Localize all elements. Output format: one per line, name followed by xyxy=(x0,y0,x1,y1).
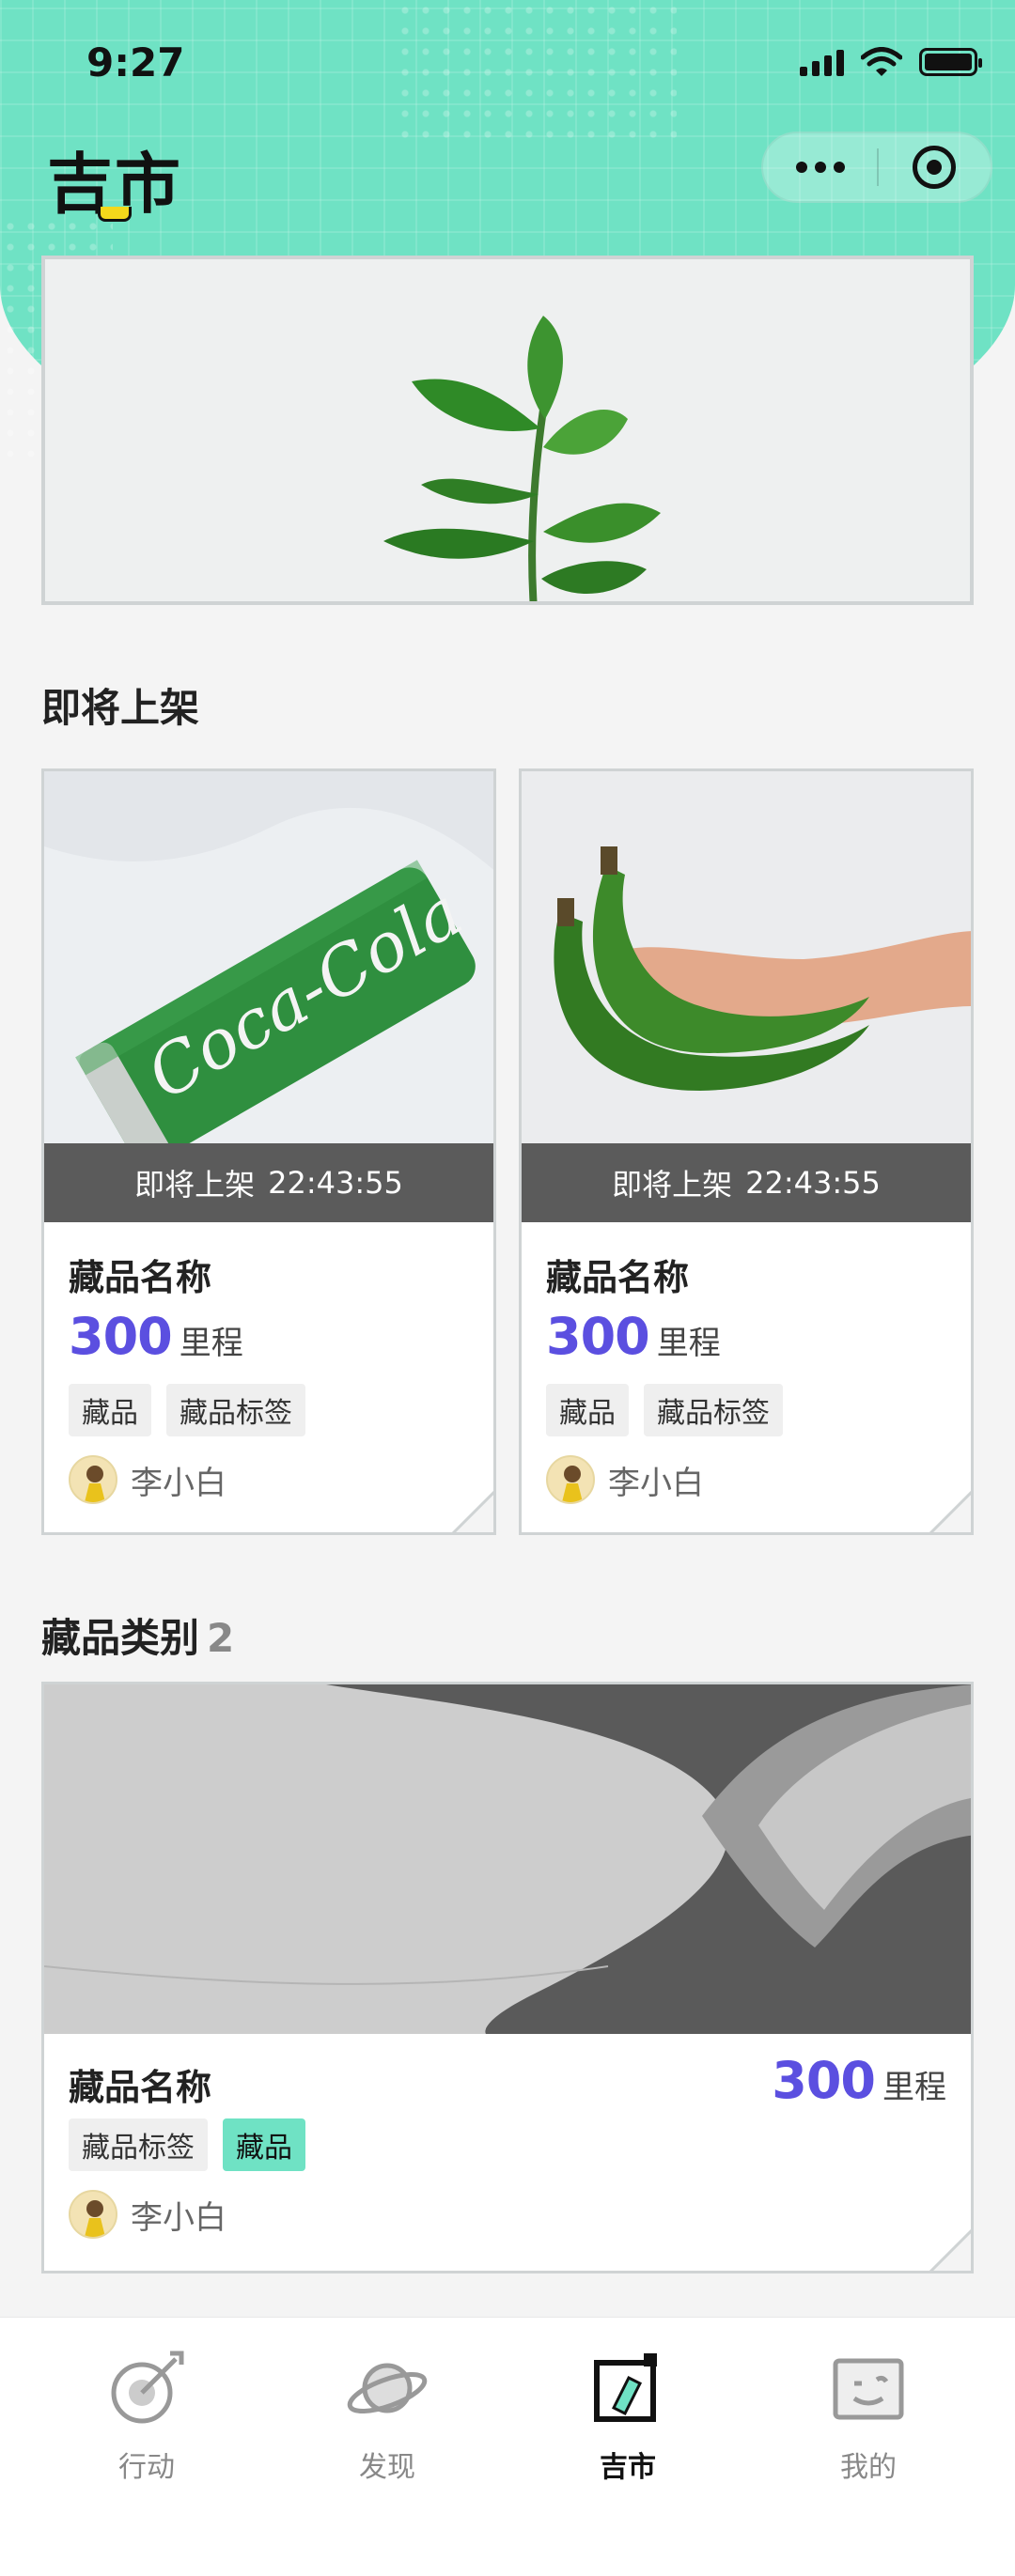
countdown-timer: 22:43:55 xyxy=(745,1165,881,1201)
status-time: 9:27 xyxy=(86,39,185,85)
category-card[interactable]: 藏品名称 300 里程 藏品标签 藏品 李小白 xyxy=(41,1682,974,2273)
item-tags: 藏品标签 藏品 xyxy=(69,2118,305,2171)
price-value: 300 xyxy=(69,1307,173,1366)
price-value: 300 xyxy=(772,2051,876,2110)
countdown-timer: 22:43:55 xyxy=(268,1165,403,1201)
category-section-title: 藏品类别 2 xyxy=(41,1606,234,1664)
price-unit: 里程 xyxy=(882,2069,946,2106)
item-price: 300 里程 xyxy=(69,1307,243,1366)
upcoming-card-1[interactable]: Coca-Cola 即将上架 22:43:55 藏品名称 300 里程 藏品 藏… xyxy=(41,768,496,1535)
banner-image[interactable] xyxy=(41,256,974,605)
page-fold-corner xyxy=(929,2228,971,2271)
price-unit: 里程 xyxy=(179,1325,243,1362)
battery-icon xyxy=(919,48,982,76)
item-price: 300 里程 xyxy=(772,2051,946,2110)
status-bar: 9:27 xyxy=(0,0,1015,122)
status-icons xyxy=(800,47,982,77)
avatar xyxy=(69,1455,117,1504)
item-name: 藏品名称 xyxy=(546,1257,690,1298)
tag: 藏品 xyxy=(69,1384,151,1436)
wifi-icon xyxy=(861,47,902,76)
author[interactable]: 李小白 xyxy=(69,1455,226,1504)
tag: 藏品标签 xyxy=(644,1384,783,1436)
price-value: 300 xyxy=(546,1307,650,1366)
countdown-label: 即将上架 xyxy=(134,1167,256,1203)
upcoming-section-title: 即将上架 xyxy=(41,685,200,731)
tab-label: 吉市 xyxy=(600,2451,656,2484)
countdown-overlay: 即将上架 22:43:55 xyxy=(44,1143,493,1222)
bottom-tab-bar: 行动 发现 吉市 我的 xyxy=(0,2317,1015,2576)
item-tags: 藏品 藏品标签 xyxy=(546,1384,783,1436)
item-tags: 藏品 藏品标签 xyxy=(69,1384,305,1436)
tab-market[interactable]: 吉市 xyxy=(534,2346,722,2485)
countdown-overlay: 即将上架 22:43:55 xyxy=(522,1143,971,1222)
avatar xyxy=(546,1455,595,1504)
market-icon xyxy=(594,2353,657,2422)
tab-discover[interactable]: 发现 xyxy=(293,2346,481,2485)
tag: 藏品标签 xyxy=(166,1384,305,1436)
price-unit: 里程 xyxy=(656,1325,721,1362)
countdown-label: 即将上架 xyxy=(612,1167,733,1203)
author-name: 李小白 xyxy=(131,1464,226,1502)
tab-label: 我的 xyxy=(840,2451,897,2484)
author-name: 李小白 xyxy=(608,1464,704,1502)
tab-label: 发现 xyxy=(359,2451,415,2484)
item-price: 300 里程 xyxy=(546,1307,721,1366)
tag: 藏品 xyxy=(546,1384,629,1436)
smile-face-icon xyxy=(833,2358,904,2420)
category-count: 2 xyxy=(207,1615,235,1661)
planet-icon xyxy=(347,2363,428,2413)
close-miniapp-icon[interactable] xyxy=(879,146,991,189)
category-title: 藏品类别 xyxy=(41,1615,200,1661)
author[interactable]: 李小白 xyxy=(69,2190,226,2239)
tag: 藏品标签 xyxy=(69,2118,208,2171)
signal-icon xyxy=(800,48,844,76)
target-dart-icon xyxy=(111,2351,184,2424)
tab-mine[interactable]: 我的 xyxy=(774,2346,962,2485)
upcoming-card-2[interactable]: 即将上架 22:43:55 藏品名称 300 里程 藏品 藏品标签 李小白 xyxy=(519,768,974,1535)
author[interactable]: 李小白 xyxy=(546,1455,704,1504)
logo-mark-icon xyxy=(98,207,132,222)
avatar xyxy=(69,2190,117,2239)
tab-label: 行动 xyxy=(118,2451,175,2484)
miniapp-capsule xyxy=(761,132,992,203)
page-fold-corner xyxy=(451,1490,493,1532)
author-name: 李小白 xyxy=(131,2198,226,2237)
tag-highlight: 藏品 xyxy=(223,2118,305,2171)
item-name: 藏品名称 xyxy=(69,2067,212,2108)
page-fold-corner xyxy=(929,1490,971,1532)
product-image-skatepark xyxy=(44,1684,971,2034)
item-name: 藏品名称 xyxy=(69,1257,212,1298)
more-options-icon[interactable] xyxy=(763,162,877,173)
tab-action[interactable]: 行动 xyxy=(53,2346,241,2485)
